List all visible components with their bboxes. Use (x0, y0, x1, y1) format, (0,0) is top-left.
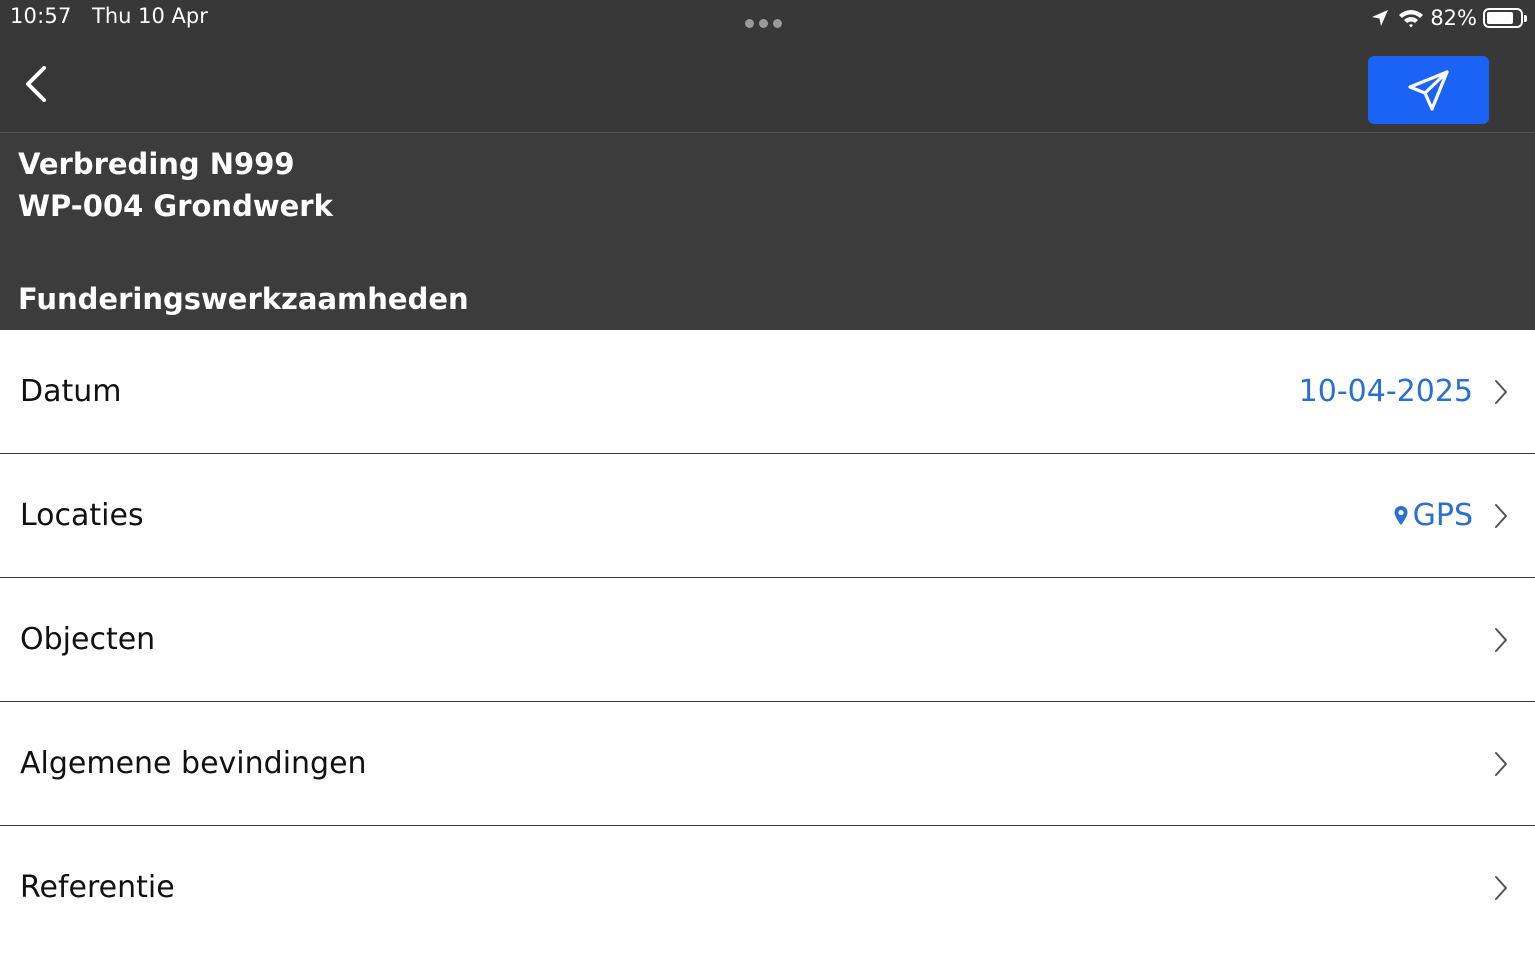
row-label: Algemene bevindingen (20, 746, 367, 781)
paper-plane-icon (1407, 70, 1449, 111)
location-arrow-icon (1370, 8, 1390, 28)
form-header: Verbreding N999 WP-004 Grondwerk Funderi… (0, 133, 1535, 330)
list-item-locaties[interactable]: Locaties GPS (0, 454, 1535, 578)
chevron-right-icon (1495, 504, 1507, 528)
send-button[interactable] (1368, 56, 1489, 124)
multitasking-dots-icon[interactable] (745, 13, 791, 28)
chevron-right-icon (1495, 380, 1507, 404)
battery-percent: 82% (1430, 6, 1477, 30)
location-pin-icon (1393, 505, 1409, 527)
list-item-algemene-bevindingen[interactable]: Algemene bevindingen (0, 702, 1535, 826)
status-indicators: 82% (1370, 3, 1527, 33)
wifi-icon (1398, 8, 1424, 28)
form-title: Funderingswerkzaamheden (18, 282, 469, 316)
list-item-referentie[interactable]: Referentie (0, 826, 1535, 950)
navigation-bar (0, 36, 1535, 133)
form-field-list: Datum 10-04-2025 Locaties GPS Objecten A… (0, 330, 1535, 950)
row-label: Objecten (20, 622, 156, 657)
row-value: 10-04-2025 (1298, 374, 1473, 409)
back-button[interactable] (16, 62, 56, 106)
list-item-datum[interactable]: Datum 10-04-2025 (0, 330, 1535, 454)
row-value: GPS (1393, 454, 1473, 578)
work-package-title: WP-004 Grondwerk (18, 189, 333, 223)
row-label: Locaties (20, 498, 144, 533)
row-label: Datum (20, 374, 122, 409)
chevron-right-icon (1495, 876, 1507, 900)
chevron-left-icon (26, 66, 46, 102)
chevron-right-icon (1495, 752, 1507, 776)
row-label: Referentie (20, 870, 175, 905)
project-title: Verbreding N999 (18, 147, 295, 181)
status-time: 10:57 (10, 4, 72, 28)
chevron-right-icon (1495, 628, 1507, 652)
list-item-objecten[interactable]: Objecten (0, 578, 1535, 702)
status-date: Thu 10 Apr (92, 4, 208, 28)
status-bar: 10:57 Thu 10 Apr 82% (0, 0, 1535, 36)
battery-icon (1483, 8, 1527, 28)
